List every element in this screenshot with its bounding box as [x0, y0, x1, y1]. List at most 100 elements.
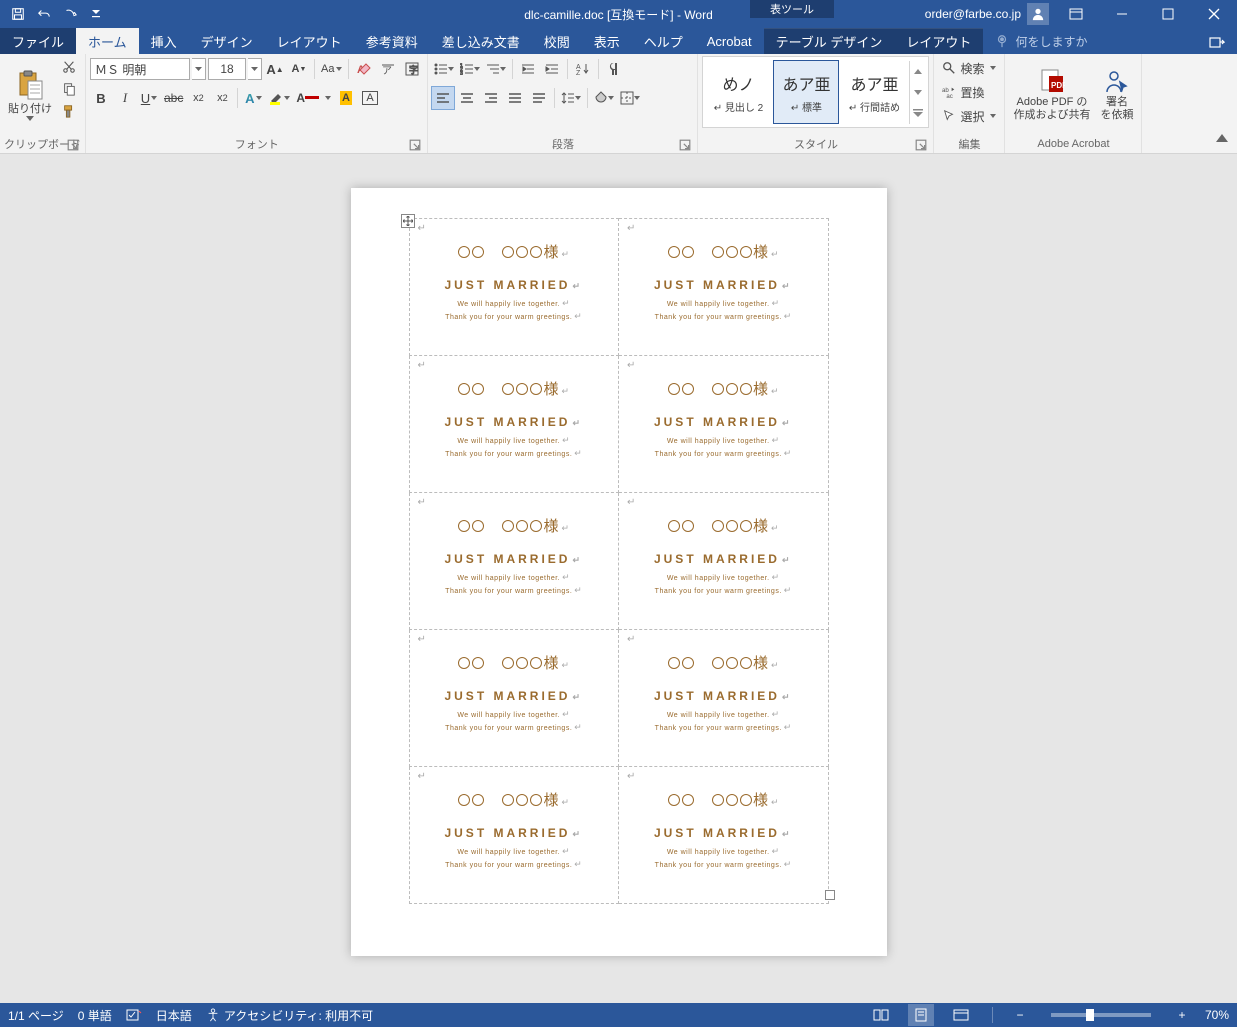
align-center-button[interactable] — [456, 87, 478, 109]
tab-help[interactable]: ヘルプ — [632, 28, 695, 54]
web-layout-button[interactable] — [948, 1004, 974, 1026]
save-button[interactable] — [6, 2, 30, 26]
spell-check-icon[interactable] — [126, 1008, 142, 1022]
select-button[interactable]: 選択 — [938, 104, 1000, 128]
cards-table[interactable]: ↵ 様↵JUST MARRIED↵We will happily live to… — [409, 218, 829, 904]
font-size-dropdown[interactable] — [248, 58, 262, 80]
shrink-font-button[interactable]: A▼ — [288, 58, 310, 80]
card-cell[interactable]: ↵ 様↵JUST MARRIED↵We will happily live to… — [619, 630, 829, 767]
tab-mailings[interactable]: 差し込み文書 — [430, 28, 532, 54]
card-cell[interactable]: ↵ 様↵JUST MARRIED↵We will happily live to… — [619, 219, 829, 356]
ribbon-display-button[interactable] — [1053, 0, 1099, 28]
request-sign-button[interactable]: 署名 を依頼 — [1096, 56, 1137, 134]
font-name-input[interactable]: ＭＳ 明朝 — [90, 58, 190, 80]
share-button[interactable] — [1197, 28, 1237, 54]
strikethrough-button[interactable]: abc — [162, 87, 185, 109]
zoom-slider-thumb[interactable] — [1086, 1009, 1094, 1021]
show-hide-button[interactable] — [603, 58, 625, 80]
card-cell[interactable]: ↵ 様↵JUST MARRIED↵We will happily live to… — [409, 356, 619, 493]
sort-button[interactable]: AZ — [572, 58, 594, 80]
card-cell[interactable]: ↵ 様↵JUST MARRIED↵We will happily live to… — [619, 767, 829, 904]
paragraph-dialog-launcher[interactable] — [679, 139, 691, 151]
tab-table-design[interactable]: テーブル デザイン — [764, 28, 895, 54]
char-border-button[interactable]: A — [359, 87, 381, 109]
change-case-button[interactable]: Aa — [319, 58, 344, 80]
style-gallery[interactable]: めノ↵ 見出し 2 あア亜↵ 標準 あア亜↵ 行間詰め — [702, 56, 929, 128]
style-item-normal[interactable]: あア亜↵ 標準 — [773, 60, 839, 124]
clear-format-button[interactable]: A — [353, 58, 375, 80]
undo-button[interactable] — [32, 2, 56, 26]
print-layout-button[interactable] — [908, 1004, 934, 1026]
font-size-input[interactable]: 18 — [208, 58, 246, 80]
justify-button[interactable] — [504, 87, 526, 109]
create-pdf-button[interactable]: PDF Adobe PDF の 作成および共有 — [1009, 56, 1094, 134]
decrease-indent-button[interactable] — [517, 58, 539, 80]
tab-view[interactable]: 表示 — [582, 28, 632, 54]
tab-design[interactable]: デザイン — [189, 28, 265, 54]
font-dialog-launcher[interactable] — [409, 139, 421, 151]
underline-button[interactable]: U — [138, 87, 160, 109]
card-cell[interactable]: ↵ 様↵JUST MARRIED↵We will happily live to… — [409, 219, 619, 356]
read-mode-button[interactable] — [868, 1004, 894, 1026]
align-right-button[interactable] — [480, 87, 502, 109]
enclose-char-button[interactable]: 字 — [401, 58, 423, 80]
tell-me-search[interactable]: 何をしますか — [983, 28, 1099, 54]
font-name-dropdown[interactable] — [192, 58, 206, 80]
copy-button[interactable] — [58, 78, 80, 100]
cut-button[interactable] — [58, 56, 80, 78]
bullets-button[interactable] — [432, 58, 456, 80]
maximize-button[interactable] — [1145, 0, 1191, 28]
page-count[interactable]: 1/1 ページ — [8, 1007, 64, 1024]
card-cell[interactable]: ↵ 様↵JUST MARRIED↵We will happily live to… — [409, 767, 619, 904]
find-button[interactable]: 検索 — [938, 56, 1000, 80]
minimize-button[interactable] — [1099, 0, 1145, 28]
card-cell[interactable]: ↵ 様↵JUST MARRIED↵We will happily live to… — [409, 630, 619, 767]
bold-button[interactable]: B — [90, 87, 112, 109]
style-scroll-up[interactable] — [910, 61, 926, 82]
font-color-dropdown[interactable] — [323, 87, 333, 109]
table-resize-handle[interactable] — [825, 890, 835, 900]
paste-button[interactable]: 貼り付け — [4, 56, 56, 134]
collapse-ribbon-button[interactable] — [1211, 127, 1233, 149]
card-cell[interactable]: ↵ 様↵JUST MARRIED↵We will happily live to… — [409, 493, 619, 630]
zoom-out-button[interactable]: − — [1011, 1004, 1029, 1026]
replace-button[interactable]: abac置換 — [938, 80, 1000, 104]
tab-insert[interactable]: 挿入 — [139, 28, 189, 54]
close-button[interactable] — [1191, 0, 1237, 28]
redo-button[interactable] — [58, 2, 82, 26]
format-painter-button[interactable] — [58, 100, 80, 122]
user-avatar-icon[interactable] — [1027, 3, 1049, 25]
card-cell[interactable]: ↵ 様↵JUST MARRIED↵We will happily live to… — [619, 356, 829, 493]
superscript-button[interactable]: x2 — [211, 87, 233, 109]
align-left-button[interactable] — [432, 87, 454, 109]
multilevel-list-button[interactable] — [484, 58, 508, 80]
style-scroll-down[interactable] — [910, 82, 926, 103]
highlight-button[interactable] — [266, 87, 292, 109]
zoom-in-button[interactable]: + — [1173, 1004, 1191, 1026]
language-status[interactable]: 日本語 — [156, 1007, 192, 1024]
tab-layout[interactable]: レイアウト — [265, 28, 354, 54]
document-area[interactable]: ↵ 様↵JUST MARRIED↵We will happily live to… — [0, 154, 1237, 1003]
clipboard-dialog-launcher[interactable] — [67, 139, 79, 151]
style-gallery-expand[interactable] — [910, 103, 926, 124]
tab-file[interactable]: ファイル — [0, 28, 76, 54]
phonetic-guide-button[interactable]: ア — [377, 58, 399, 80]
tab-table-layout[interactable]: レイアウト — [894, 28, 983, 54]
shading-button[interactable] — [592, 87, 616, 109]
qat-customize-button[interactable] — [84, 2, 108, 26]
subscript-button[interactable]: x2 — [187, 87, 209, 109]
italic-button[interactable]: I — [114, 87, 136, 109]
font-color-button[interactable]: A — [294, 87, 321, 109]
increase-indent-button[interactable] — [541, 58, 563, 80]
style-item-nospacing[interactable]: あア亜↵ 行間詰め — [841, 60, 907, 124]
tab-references[interactable]: 参考資料 — [354, 28, 430, 54]
style-item-heading2[interactable]: めノ↵ 見出し 2 — [705, 60, 771, 124]
char-shading-button[interactable]: A — [335, 87, 357, 109]
tab-acrobat[interactable]: Acrobat — [695, 28, 764, 54]
zoom-level[interactable]: 70% — [1205, 1008, 1229, 1022]
distribute-button[interactable] — [528, 87, 550, 109]
text-effects-button[interactable]: A — [242, 87, 264, 109]
numbering-button[interactable]: 123 — [458, 58, 482, 80]
card-cell[interactable]: ↵ 様↵JUST MARRIED↵We will happily live to… — [619, 493, 829, 630]
tab-review[interactable]: 校閲 — [532, 28, 582, 54]
